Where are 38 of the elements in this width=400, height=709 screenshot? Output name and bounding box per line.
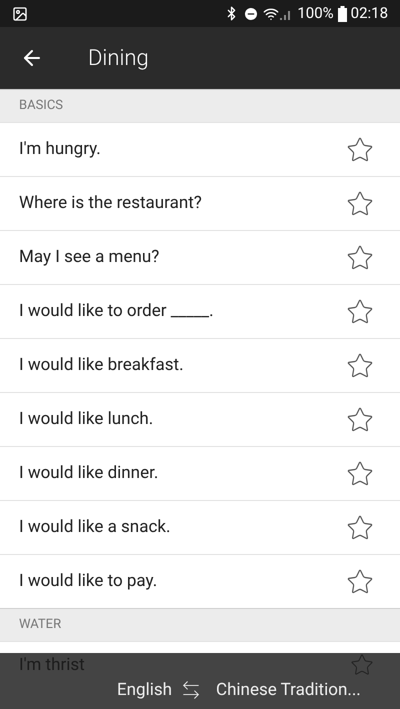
source-language[interactable]: English [0,680,180,700]
favorite-star-icon[interactable] [346,298,374,326]
battery-percent: 100% [297,3,334,24]
phrase-text: I would like a snack. [19,516,172,539]
battery-icon [338,6,347,22]
phrase-row[interactable]: I would like to order _____. [0,284,400,338]
phrase-row[interactable]: I would like a snack. [0,500,400,554]
phrase-text: Where is the restaurant? [19,192,203,215]
favorite-star-icon[interactable] [346,406,374,434]
target-language[interactable]: Chinese Tradition... [202,680,400,700]
do-not-disturb-icon [243,6,260,22]
phrase-row[interactable]: I'm hungry. [0,122,400,176]
favorite-star-icon[interactable] [346,352,374,380]
favorite-star-icon[interactable] [346,460,374,488]
phrase-text: I would like to pay. [19,570,158,593]
phrase-text: May I see a menu? [19,246,160,269]
wifi-icon [263,6,280,22]
clock: 02:18 [350,3,388,24]
favorite-star-icon[interactable] [346,568,374,596]
phrase-row[interactable]: Where is the restaurant? [0,176,400,230]
favorite-star-icon[interactable] [346,190,374,218]
phrase-row[interactable]: I would like breakfast. [0,338,400,392]
phrase-text: I would like breakfast. [19,354,185,377]
phrase-row[interactable]: I would like dinner. [0,446,400,500]
image-icon [12,6,28,22]
phrase-row[interactable]: I would like lunch. [0,392,400,446]
favorite-star-icon[interactable] [346,244,374,272]
favorite-star-icon[interactable] [350,653,374,677]
section-title: BASICS [19,97,64,116]
phrase-text: I'm hungry. [19,138,102,161]
phrase-text: I would like dinner. [19,462,160,485]
phrase-text: I would like to order _____. [19,300,215,323]
screen-title: Dining [88,44,149,72]
section-title: WATER [19,616,62,634]
phrase-text: I would like lunch. [19,408,154,431]
favorite-star-icon[interactable] [346,136,374,164]
favorite-star-icon[interactable] [346,514,374,542]
phrase-row[interactable]: May I see a menu? [0,230,400,284]
